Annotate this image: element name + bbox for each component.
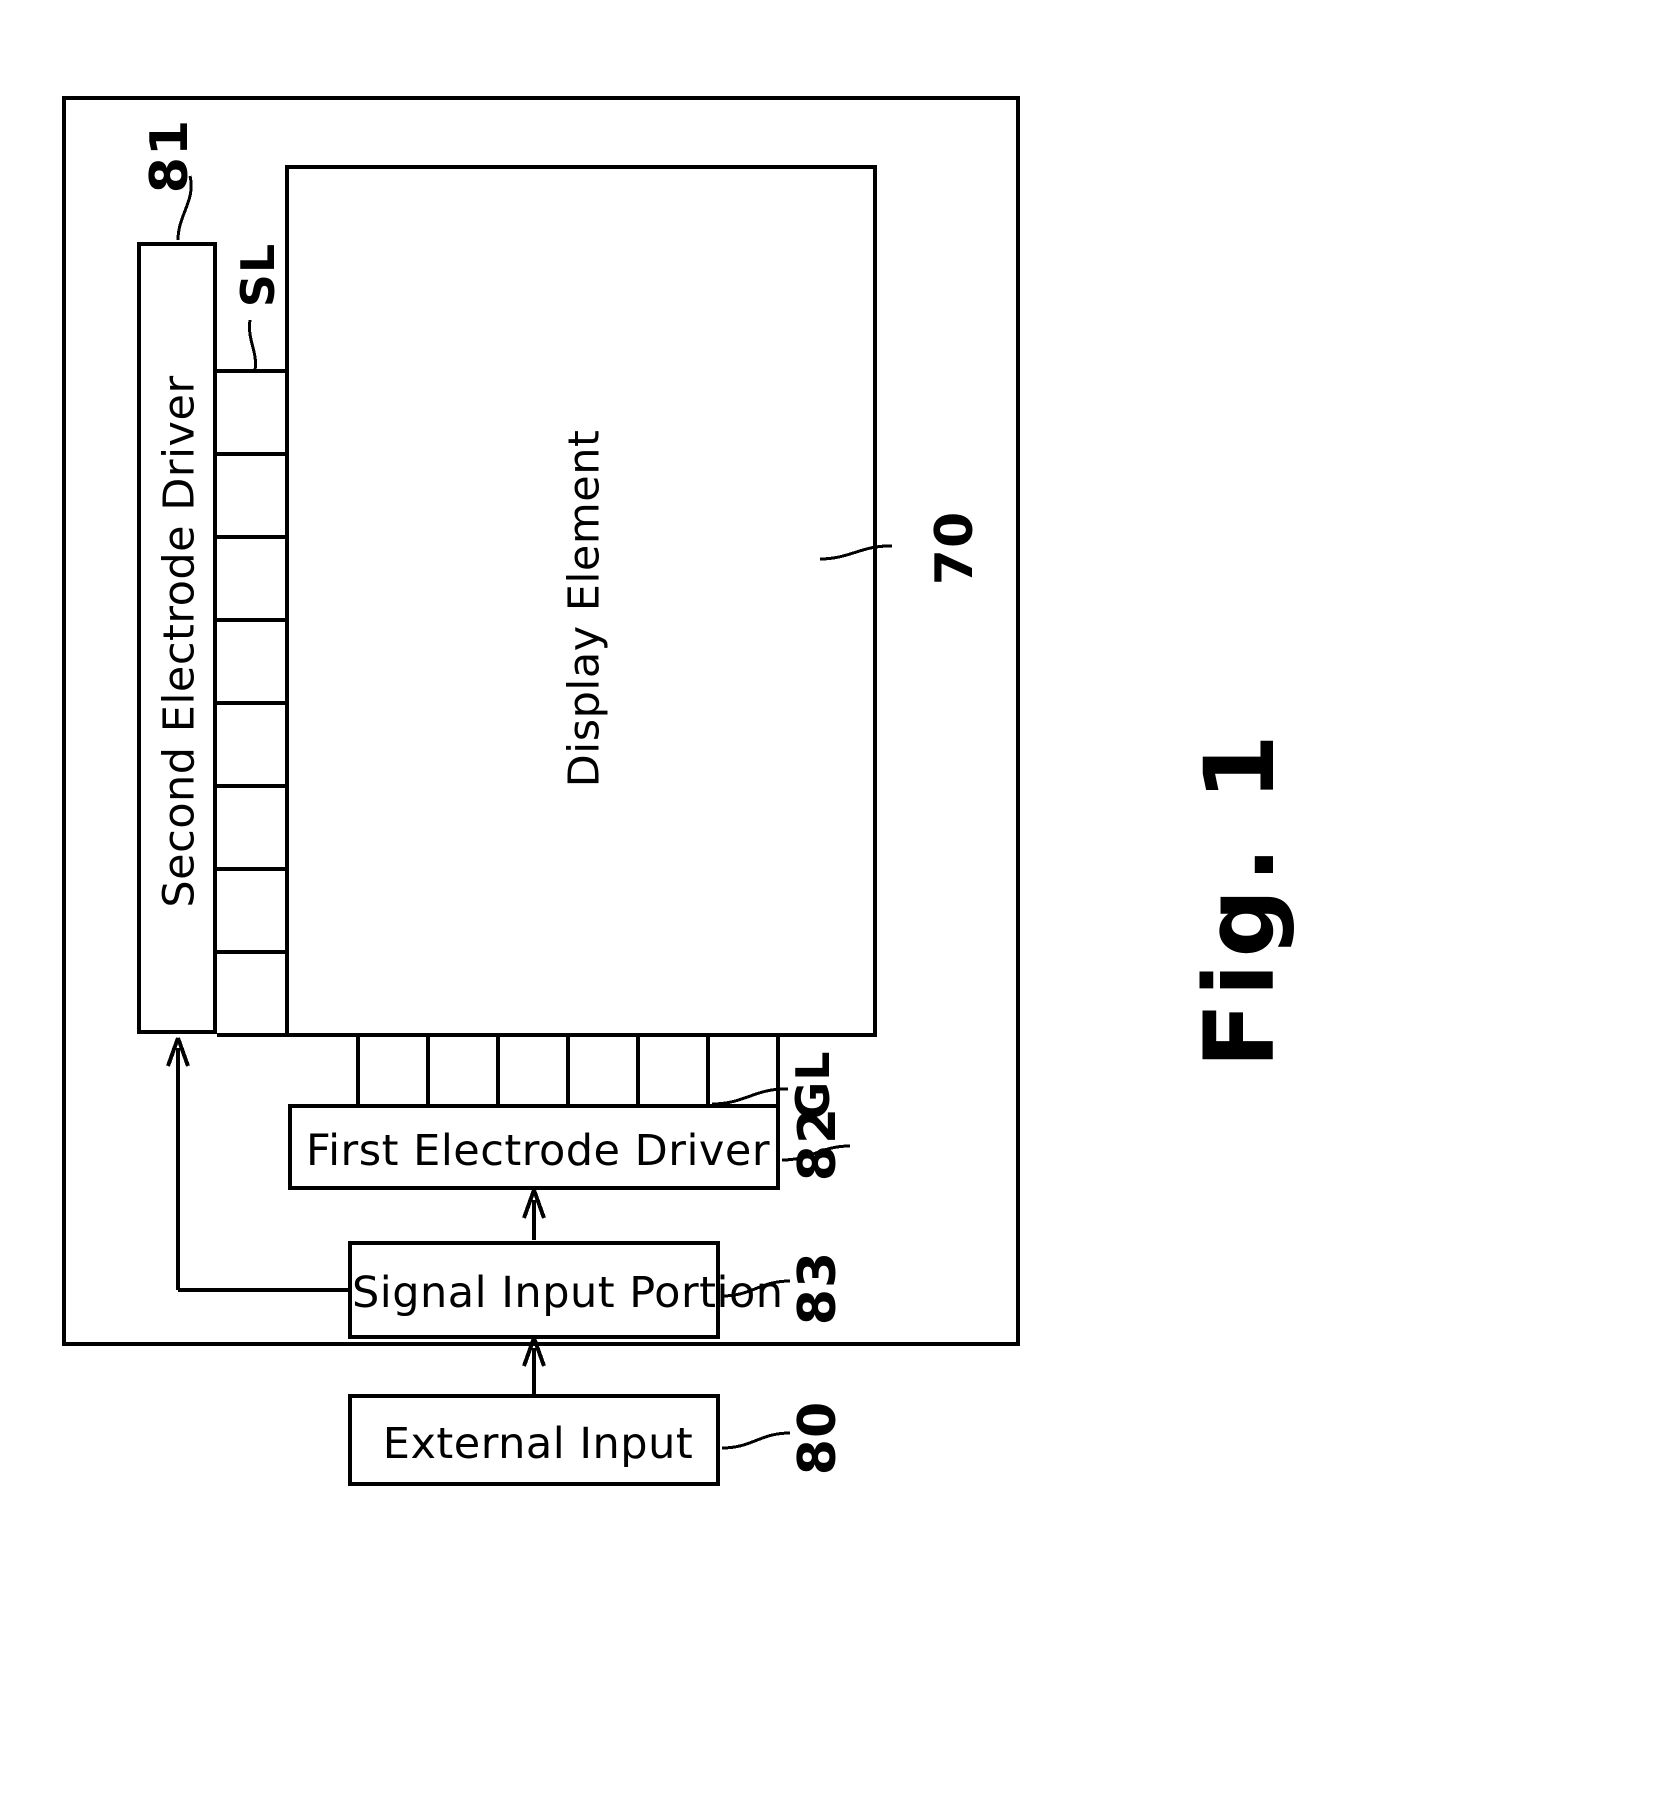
arrow-external-to-signal — [522, 1337, 546, 1394]
display-element-label: Display Element — [559, 429, 610, 788]
figure-caption: Fig. 1 — [1184, 728, 1296, 1068]
block-second-electrode-driver: Second Electrode Driver — [137, 242, 217, 1034]
ref-numeral-80: 80 — [788, 1400, 848, 1476]
block-signal-input-portion: Signal Input Portion — [348, 1241, 783, 1339]
ref-numeral-83: 83 — [788, 1250, 848, 1326]
source-line-label: SL — [231, 242, 285, 308]
block-first-electrode-driver: First Electrode Driver — [288, 1104, 780, 1190]
block-external-input: External Input — [348, 1394, 720, 1486]
block-display-element: Display Element — [285, 165, 877, 1037]
leader-80 — [721, 1431, 791, 1450]
ref-numeral-81: 81 — [140, 118, 200, 194]
external-input-label: External Input — [382, 1419, 694, 1469]
signal-input-portion-label: Signal Input Portion — [352, 1268, 784, 1318]
patent-figure-1: Second Electrode Driver 81 SL GL Display… — [0, 0, 1654, 1797]
first-electrode-driver-label: First Electrode Driver — [305, 1126, 770, 1176]
ref-numeral-82: 82 — [788, 1106, 848, 1182]
second-electrode-driver-label: Second Electrode Driver — [154, 375, 205, 908]
ref-numeral-70: 70 — [925, 510, 985, 586]
